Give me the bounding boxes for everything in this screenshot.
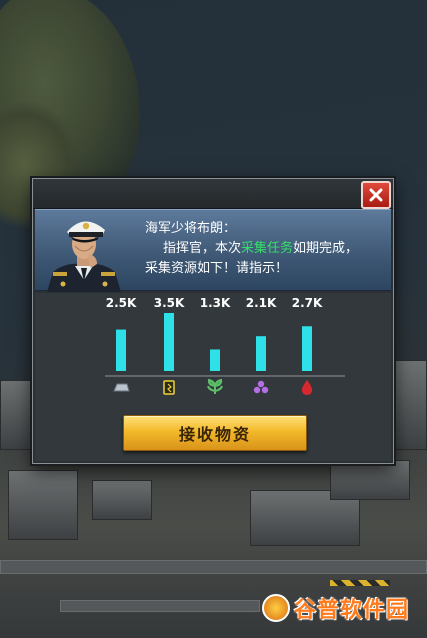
bar-blood-drop (302, 326, 312, 371)
message-highlight: 采集任务 (241, 241, 294, 256)
value-label-food: 1.3K (200, 296, 231, 310)
message-line-2: 采集资源如下！请指示！ (145, 261, 289, 276)
message-prefix: 指挥官，本次 (163, 241, 242, 256)
harbor-building (395, 360, 427, 450)
dock (60, 600, 260, 612)
collect-resources-button[interactable]: 接收物资 (123, 415, 307, 451)
resource-chart: 2.5K 3.5K 1.3K 2.1K 2.7K (105, 296, 345, 395)
watermark: 谷普软件园 (261, 592, 409, 624)
resource-stats-panel: 2.5K 3.5K 1.3K 2.1K 2.7K 接收物资 (35, 293, 391, 461)
message-panel: 海军少将布朗： 指挥官，本次采集任务如期完成， 采集资源如下！请指示！ (35, 209, 391, 292)
close-icon (369, 188, 383, 202)
harvest-report-dialog: 海军少将布朗： 指挥官，本次采集任务如期完成， 采集资源如下！请指示！ 2.5K… (32, 178, 394, 464)
bar-steel (116, 329, 126, 371)
food-icon (207, 378, 223, 394)
value-label-crystal: 2.1K (246, 296, 277, 310)
admiral-avatar-icon (47, 221, 121, 292)
admiral-portrait (45, 210, 123, 292)
dock (0, 560, 427, 574)
message-line-1: 指挥官，本次采集任务如期完成， (163, 240, 358, 258)
blood-drop-icon (301, 380, 313, 395)
bar-oil-can (164, 313, 174, 371)
close-button[interactable] (361, 181, 391, 209)
value-label-oil-can: 3.5K (154, 296, 185, 310)
crystal-icon (253, 380, 269, 394)
message-suffix: 如期完成， (293, 241, 359, 256)
speaker-name: 海军少将布朗： (145, 221, 237, 236)
fuel-icon (163, 380, 175, 395)
value-label-steel: 2.5K (106, 296, 137, 310)
watermark-badge-icon (261, 594, 290, 622)
harbor-building (330, 460, 410, 500)
dialog-header (33, 179, 393, 209)
harbor-building (92, 480, 152, 520)
harbor-building (0, 380, 32, 450)
watermark-text: 谷普软件园 (293, 598, 409, 623)
value-label-blood-drop: 2.7K (292, 296, 323, 310)
steel-icon (113, 383, 130, 392)
hazard-stripe (330, 580, 390, 586)
harbor-building (8, 470, 78, 540)
bar-crystal (256, 336, 266, 371)
bar-food (210, 349, 220, 371)
